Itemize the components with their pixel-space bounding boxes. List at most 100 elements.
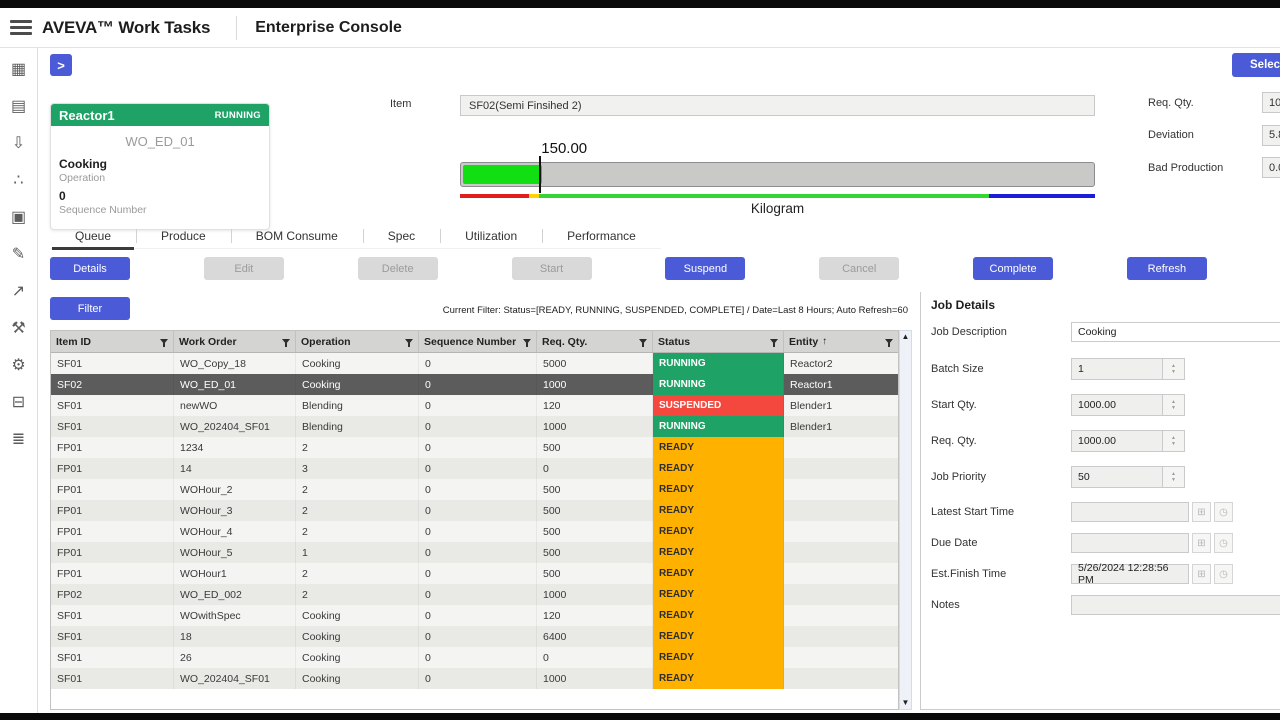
scroll-up-icon[interactable]: ▲ bbox=[902, 332, 910, 342]
job-description-input[interactable]: Cooking bbox=[1071, 322, 1280, 342]
tab-utilization[interactable]: Utilization bbox=[440, 223, 542, 248]
due-date-input[interactable] bbox=[1071, 533, 1189, 553]
cell-work_order: 26 bbox=[174, 647, 296, 668]
cell-item_id: SF01 bbox=[51, 647, 174, 668]
calendar-icon[interactable]: ⊞ bbox=[1192, 533, 1211, 553]
item-input[interactable]: SF02(Semi Finsihed 2) bbox=[460, 95, 1095, 116]
expand-panel-button[interactable]: > bbox=[50, 54, 72, 76]
column-label: Operation bbox=[301, 336, 351, 348]
spinner-control[interactable]: ▲▼ bbox=[1163, 430, 1185, 452]
select-button[interactable]: Select bbox=[1232, 53, 1280, 77]
table-row[interactable]: SF01WO_202404_SF01Blending01000RUNNINGBl… bbox=[51, 416, 898, 437]
table-row[interactable]: SF0118Cooking06400READY bbox=[51, 626, 898, 647]
archive-icon[interactable]: ⊟ bbox=[12, 393, 25, 413]
table-row[interactable]: FP02WO_ED_002201000READY bbox=[51, 584, 898, 605]
cell-status: READY bbox=[653, 563, 784, 584]
tools-icon[interactable]: ⚒ bbox=[11, 319, 25, 339]
table-row[interactable]: FP01WOHour_420500READY bbox=[51, 521, 898, 542]
tab-performance[interactable]: Performance bbox=[542, 223, 661, 248]
spinner-control[interactable]: ▲▼ bbox=[1163, 358, 1185, 380]
cell-status: READY bbox=[653, 458, 784, 479]
table-row[interactable]: FP01WOHour_220500READY bbox=[51, 479, 898, 500]
suspend-button[interactable]: Suspend bbox=[665, 257, 745, 280]
table-row[interactable]: FP01123420500READY bbox=[51, 437, 898, 458]
document-edit-icon[interactable]: ✎ bbox=[12, 245, 25, 265]
import-icon[interactable]: ⇩ bbox=[12, 134, 25, 154]
table-row[interactable]: SF0126Cooking00READY bbox=[51, 647, 898, 668]
column-header-sequence-number[interactable]: Sequence Number bbox=[419, 331, 537, 352]
column-header-status[interactable]: Status bbox=[653, 331, 784, 352]
dashboard-icon[interactable]: ▦ bbox=[11, 60, 26, 80]
filter-icon[interactable] bbox=[885, 339, 893, 344]
cell-entity: Reactor1 bbox=[784, 374, 899, 395]
filter-icon[interactable] bbox=[282, 339, 290, 344]
column-header-operation[interactable]: Operation bbox=[296, 331, 419, 352]
settings-icon[interactable]: ⚙ bbox=[11, 356, 25, 376]
menu-icon[interactable] bbox=[10, 17, 32, 38]
req-qty-input[interactable]: 10 bbox=[1262, 92, 1280, 113]
tab-produce[interactable]: Produce bbox=[136, 223, 231, 248]
spinner-down-icon[interactable]: ▼ bbox=[1171, 441, 1176, 447]
filter-icon[interactable] bbox=[405, 339, 413, 344]
start-qty-input[interactable]: 1000.00 bbox=[1071, 394, 1163, 416]
latest-start-time-input[interactable] bbox=[1071, 502, 1189, 522]
table-scrollbar[interactable]: ▲ ▼ bbox=[899, 330, 912, 710]
notes-input[interactable] bbox=[1071, 595, 1280, 615]
est-finish-time-input[interactable]: 5/26/2024 12:28:56 PM bbox=[1071, 564, 1189, 584]
cell-entity bbox=[784, 647, 899, 668]
tab-bom-consume[interactable]: BOM Consume bbox=[231, 223, 363, 248]
spinner-control[interactable]: ▲▼ bbox=[1163, 466, 1185, 488]
table-row[interactable]: SF01WO_202404_SF01Cooking01000READY bbox=[51, 668, 898, 689]
filter-icon[interactable] bbox=[770, 339, 778, 344]
table-row[interactable]: FP01WOHour120500READY bbox=[51, 563, 898, 584]
clock-icon[interactable]: ◷ bbox=[1214, 533, 1233, 553]
batch-size-input[interactable]: 1 bbox=[1071, 358, 1163, 380]
list-icon[interactable]: ≣ bbox=[12, 430, 25, 450]
table-row[interactable]: SF01WO_Copy_18Cooking05000RUNNINGReactor… bbox=[51, 353, 898, 374]
folder-icon[interactable]: ▤ bbox=[11, 97, 26, 117]
clock-icon[interactable]: ◷ bbox=[1214, 564, 1233, 584]
table-row[interactable]: FP01WOHour_320500READY bbox=[51, 500, 898, 521]
bad-production-input[interactable]: 0.0 bbox=[1262, 157, 1280, 178]
filter-icon[interactable] bbox=[160, 339, 168, 344]
column-header-entity[interactable]: Entity↑ bbox=[784, 331, 899, 352]
spinner-down-icon[interactable]: ▼ bbox=[1171, 369, 1176, 375]
details-button[interactable]: Details bbox=[50, 257, 130, 280]
table-row[interactable]: SF02WO_ED_01Cooking01000RUNNINGReactor1 bbox=[51, 374, 898, 395]
trend-icon[interactable]: ↗ bbox=[12, 282, 25, 302]
clock-icon[interactable]: ◷ bbox=[1214, 502, 1233, 522]
reactor-card[interactable]: Reactor1 RUNNING WO_ED_01 Cooking Operat… bbox=[50, 103, 270, 230]
column-header-req-qty[interactable]: Req. Qty. bbox=[537, 331, 653, 352]
cell-item_id: SF01 bbox=[51, 353, 174, 374]
req-qty-input[interactable]: 1000.00 bbox=[1071, 430, 1163, 452]
sidebar: ▦ ▤ ⇩ ∴ ▣ ✎ ↗ ⚒ ⚙ ⊟ ≣ bbox=[0, 48, 38, 713]
complete-button[interactable]: Complete bbox=[973, 257, 1053, 280]
action-button-row: DetailsEditDeleteStartSuspendCancelCompl… bbox=[50, 257, 1207, 280]
table-row[interactable]: FP0114300READY bbox=[51, 458, 898, 479]
filter-icon[interactable] bbox=[639, 339, 647, 344]
refresh-button[interactable]: Refresh bbox=[1127, 257, 1207, 280]
cell-entity bbox=[784, 479, 899, 500]
cell-status: READY bbox=[653, 521, 784, 542]
hierarchy-icon[interactable]: ∴ bbox=[13, 171, 23, 191]
table-row[interactable]: FP01WOHour_510500READY bbox=[51, 542, 898, 563]
calendar-icon[interactable]: ⊞ bbox=[1192, 502, 1211, 522]
scroll-down-icon[interactable]: ▼ bbox=[902, 698, 910, 708]
cell-operation: Blending bbox=[296, 395, 419, 416]
badge-icon[interactable]: ▣ bbox=[11, 208, 26, 228]
job-field-req-qty: Req. Qty.1000.00▲▼ bbox=[931, 430, 1280, 452]
spinner-control[interactable]: ▲▼ bbox=[1163, 394, 1185, 416]
deviation-input[interactable]: 5.8 bbox=[1262, 125, 1280, 146]
tab-spec[interactable]: Spec bbox=[363, 223, 440, 248]
tab-queue[interactable]: Queue bbox=[50, 223, 136, 248]
job-priority-input[interactable]: 50 bbox=[1071, 466, 1163, 488]
column-header-work-order[interactable]: Work Order bbox=[174, 331, 296, 352]
table-row[interactable]: SF01WOwithSpecCooking0120READY bbox=[51, 605, 898, 626]
filter-button[interactable]: Filter bbox=[50, 297, 130, 320]
calendar-icon[interactable]: ⊞ bbox=[1192, 564, 1211, 584]
filter-icon[interactable] bbox=[523, 339, 531, 344]
spinner-down-icon[interactable]: ▼ bbox=[1171, 405, 1176, 411]
spinner-down-icon[interactable]: ▼ bbox=[1171, 477, 1176, 483]
table-row[interactable]: SF01newWOBlending0120SUSPENDEDBlender1 bbox=[51, 395, 898, 416]
column-header-item-id[interactable]: Item ID bbox=[51, 331, 174, 352]
